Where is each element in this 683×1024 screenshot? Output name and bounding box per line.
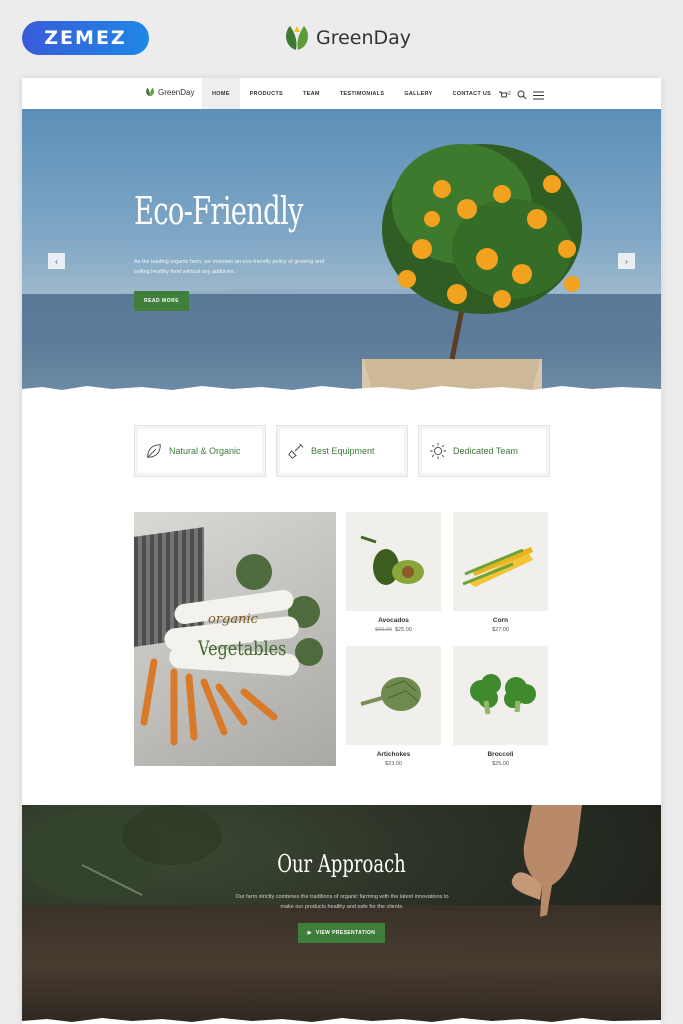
cart-icon[interactable] <box>498 87 508 105</box>
approach-section: Our Approach Our farm strictly combines … <box>22 805 661 1024</box>
nav-item-home[interactable]: HOME <box>202 78 240 109</box>
broccoli-image <box>470 674 536 715</box>
product-price: $27.00 <box>492 627 509 633</box>
approach-description: Our farm strictly combines the tradition… <box>235 894 449 910</box>
view-presentation-label: VIEW PRESENTATION <box>315 930 376 936</box>
product-old-price: $50.00 <box>375 627 392 633</box>
read-more-button[interactable]: READ MORE <box>134 291 189 311</box>
feature-natural-organic[interactable]: Natural & Organic <box>134 425 266 477</box>
promo-line2: Vegetables <box>198 636 287 660</box>
product-name[interactable]: Avocados <box>346 617 441 624</box>
chevron-left-icon: ‹ <box>55 256 58 266</box>
zemez-badge[interactable]: ZEMEZ <box>22 21 149 55</box>
artichoke-image <box>360 677 421 711</box>
orange-tree-image <box>362 144 582 392</box>
leaf-logo-icon <box>286 26 308 50</box>
nav-tools: 2 <box>498 87 544 105</box>
feature-label: Natural & Organic <box>169 446 241 456</box>
product-name[interactable]: Artichokes <box>346 751 441 758</box>
navbar: GreenDay HOME PRODUCTS TEAM TESTIMONIALS… <box>22 78 661 109</box>
shovel-icon <box>288 443 304 459</box>
feature-dedicated-team[interactable]: Dedicated Team <box>418 425 550 477</box>
leaf-icon <box>147 444 161 458</box>
nav-item-gallery[interactable]: GALLERY <box>394 78 442 109</box>
avocado-image <box>360 535 424 585</box>
torn-paper-edge-bottom <box>22 1018 661 1024</box>
product-price: $50.00 $25.00 <box>346 627 441 633</box>
slider-prev-button[interactable]: ‹ <box>48 253 65 269</box>
product-card-avocados[interactable] <box>346 512 441 611</box>
chevron-right-icon: › <box>625 256 628 266</box>
organic-vegetables-banner[interactable]: organic Vegetables <box>134 512 336 766</box>
nav-item-products[interactable]: PRODUCTS <box>240 78 293 109</box>
product-card-artichokes[interactable] <box>346 646 441 745</box>
site-frame: GreenDay HOME PRODUCTS TEAM TESTIMONIALS… <box>22 78 661 1024</box>
promo-line1: organic <box>208 612 258 627</box>
menu-icon[interactable] <box>532 87 544 105</box>
cart-count: 2 <box>508 90 511 97</box>
feature-label: Dedicated Team <box>453 446 518 456</box>
product-name[interactable]: Corn <box>453 617 548 624</box>
product-price: $23.00 <box>385 761 402 767</box>
nav-menu: HOME PRODUCTS TEAM TESTIMONIALS GALLERY … <box>202 78 501 109</box>
nav-item-testimonials[interactable]: TESTIMONIALS <box>330 78 395 109</box>
nav-logo-text: GreenDay <box>158 87 195 97</box>
sun-icon <box>429 442 447 460</box>
feature-best-equipment[interactable]: Best Equipment <box>276 425 408 477</box>
play-icon: ▶ <box>307 930 312 936</box>
product-price: $25.00 <box>492 761 509 767</box>
nav-logo[interactable]: GreenDay <box>144 87 194 97</box>
view-presentation-button[interactable]: ▶ VIEW PRESENTATION <box>298 923 385 943</box>
brand-logo-top[interactable]: GreenDay <box>282 24 411 52</box>
nav-item-contact[interactable]: CONTACT US <box>443 78 502 109</box>
product-name[interactable]: Broccoli <box>453 751 548 758</box>
nav-item-team[interactable]: TEAM <box>293 78 330 109</box>
corn-image <box>462 547 533 587</box>
hero-title: Eco-Friendly <box>134 189 303 233</box>
slider-next-button[interactable]: › <box>618 253 635 269</box>
search-icon[interactable] <box>517 87 527 105</box>
product-card-corn[interactable] <box>453 512 548 611</box>
leaf-logo-icon <box>146 87 154 97</box>
feature-label: Best Equipment <box>311 446 375 456</box>
approach-title: Our Approach <box>277 850 406 878</box>
hero-slider: Eco-Friendly As the leading organic farm… <box>22 109 661 392</box>
brand-name-top: GreenDay <box>316 27 412 49</box>
product-card-broccoli[interactable] <box>453 646 548 745</box>
hero-description: As the leading organic farm, we maintain… <box>134 259 325 275</box>
product-current-price: $25.00 <box>395 627 412 633</box>
torn-paper-edge <box>22 386 661 395</box>
